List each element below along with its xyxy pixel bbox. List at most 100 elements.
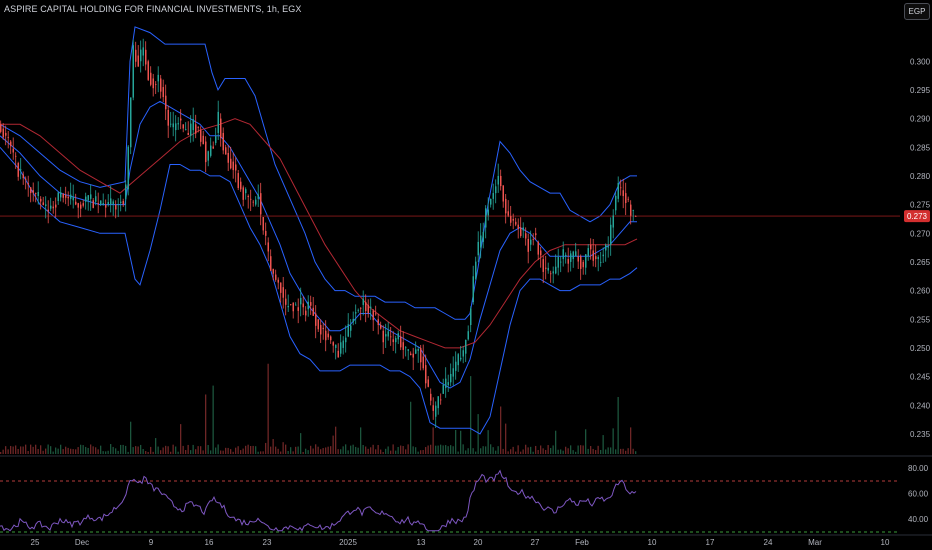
candle-body: [130, 97, 132, 148]
volume-bar: [160, 450, 162, 454]
volume-bar: [452, 446, 454, 454]
candle-body: [335, 344, 337, 348]
volume-bar: [512, 446, 514, 454]
volume-bar: [467, 448, 469, 454]
volume-bar: [617, 397, 619, 454]
candle-body: [495, 186, 497, 194]
candle-body: [10, 141, 12, 147]
volume-bar: [457, 451, 459, 454]
volume-bar: [275, 446, 277, 454]
candle-body: [167, 110, 169, 126]
candle-body: [52, 206, 54, 209]
candle-body: [337, 350, 339, 358]
candle-body: [12, 148, 14, 153]
volume-bar: [290, 447, 292, 454]
candle-body: [192, 119, 194, 131]
volume-bar: [475, 451, 477, 454]
candle-body: [105, 204, 107, 208]
volume-bar: [527, 447, 529, 454]
volume-bar: [115, 448, 117, 454]
candle-body: [7, 137, 9, 139]
candle-body: [395, 338, 397, 343]
candle-body: [555, 266, 557, 274]
volume-bar: [22, 446, 24, 454]
volume-bar: [85, 446, 87, 454]
volume-bar: [345, 444, 347, 454]
candle-body: [165, 95, 167, 110]
candle-body: [250, 198, 252, 200]
volume-bar: [387, 446, 389, 454]
candle-body: [380, 325, 382, 329]
candle-body: [567, 259, 569, 264]
candle-body: [575, 251, 577, 257]
volume-bar: [442, 445, 444, 454]
candle-body: [112, 201, 114, 205]
volume-bar: [222, 450, 224, 454]
candle-body: [242, 187, 244, 200]
volume-bar: [552, 445, 554, 454]
volume-bar: [295, 446, 297, 454]
candle-body: [315, 313, 317, 326]
volume-bar: [595, 450, 597, 454]
volume-bar: [455, 429, 457, 454]
time-axis-tick-label: 24: [764, 538, 773, 547]
candle-body: [500, 175, 502, 187]
candle-body: [285, 298, 287, 305]
candle-body: [595, 256, 597, 260]
candle-body: [47, 209, 49, 212]
volume-bar: [75, 449, 77, 454]
volume-bar: [142, 449, 144, 454]
price-axis-tick-label: 0.235: [910, 430, 931, 439]
volume-bar: [312, 448, 314, 454]
candle-body: [475, 261, 477, 280]
volume-bar: [7, 449, 9, 454]
candle-body: [437, 396, 439, 409]
candle-body: [470, 308, 472, 325]
candle-body: [252, 201, 254, 203]
candle-body: [350, 325, 352, 331]
candle-body: [367, 304, 369, 314]
candle-body: [72, 196, 74, 201]
chart-canvas[interactable]: 0.300 0.295 0.290 0.285 0.280 0.275 0.270 0.265…: [0, 0, 932, 550]
volume-bar: [0, 451, 2, 454]
volume-bar: [615, 449, 617, 454]
candle-body: [442, 384, 444, 394]
candle-body: [410, 353, 412, 356]
volume-bar: [307, 450, 309, 454]
candle-body: [267, 242, 269, 252]
candle-body: [55, 204, 57, 208]
volume-bar: [270, 446, 272, 454]
volume-bar: [590, 445, 592, 454]
candle-body: [190, 123, 192, 136]
volume-bar: [612, 428, 614, 454]
candle-body: [102, 202, 104, 205]
candle-body: [322, 327, 324, 330]
candle-body: [347, 324, 349, 337]
volume-bar: [92, 446, 94, 454]
volume-bar: [30, 444, 32, 454]
volume-bar: [2, 449, 4, 454]
volume-bar: [15, 445, 17, 454]
candle-body: [247, 196, 249, 198]
candle-body: [290, 304, 292, 306]
bollinger-upper-line: [0, 26, 637, 320]
candle-body: [317, 319, 319, 330]
candle-body: [75, 201, 77, 205]
candle-body: [202, 135, 204, 145]
candle-body: [222, 132, 224, 151]
candle-body: [175, 123, 177, 131]
volume-bar: [100, 445, 102, 454]
volume-bar: [317, 446, 319, 454]
volume-bar: [622, 448, 624, 454]
volume-bar: [285, 444, 287, 454]
candle-body: [392, 339, 394, 343]
volume-bar: [520, 451, 522, 454]
volume-bar: [240, 450, 242, 454]
candle-body: [592, 250, 594, 261]
volume-bar: [152, 451, 154, 454]
candle-body: [287, 305, 289, 308]
volume-bar: [27, 451, 29, 454]
candle-body: [230, 158, 232, 169]
volume-bar: [545, 449, 547, 454]
volume-bar: [127, 451, 129, 454]
